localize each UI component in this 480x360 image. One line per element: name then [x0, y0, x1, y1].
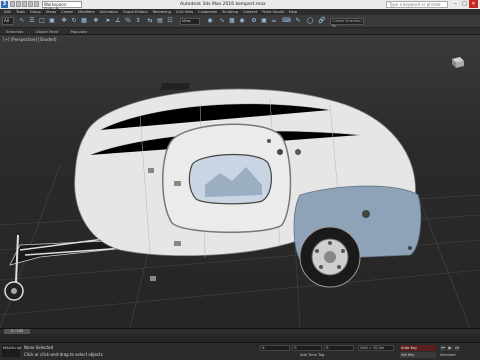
- go-to-start-icon[interactable]: ⏮: [440, 345, 446, 351]
- menu-group[interactable]: Group: [30, 10, 41, 14]
- tab-selection[interactable]: Selection: [6, 29, 24, 34]
- menu-create[interactable]: Create: [61, 10, 73, 14]
- title-bar: 3 Workspace: Default Autodesk 3ds Max 20…: [0, 0, 480, 12]
- play-icon[interactable]: ▶: [447, 345, 453, 351]
- select-by-name-icon[interactable]: ☰: [28, 17, 36, 25]
- teardrop-trailer-model[interactable]: [4, 83, 422, 301]
- key-filter-selected[interactable]: Selected: [440, 353, 456, 357]
- align-icon[interactable]: ▤: [156, 17, 164, 25]
- workspace-dropdown[interactable]: Workspace: Default: [42, 1, 82, 12]
- ribbon-bar: Selection Object Paint Populate: [0, 28, 480, 35]
- window-controls: – □ ✕: [451, 0, 478, 8]
- search-input[interactable]: Type a keyword or phrase: [386, 1, 448, 8]
- menu-scripting[interactable]: Scripting: [222, 10, 238, 14]
- select-object-icon[interactable]: ↖: [18, 17, 26, 25]
- move-icon[interactable]: ✥: [60, 17, 68, 25]
- z-coordinate-field[interactable]: Z:: [324, 345, 354, 351]
- rendered-frame-window-icon[interactable]: ▣: [260, 17, 268, 25]
- viewcube-icon[interactable]: [448, 55, 466, 69]
- save-file-icon[interactable]: [22, 1, 27, 7]
- region-select-icon[interactable]: □: [38, 17, 46, 25]
- reference-coordinate-dropdown[interactable]: View: [180, 18, 200, 25]
- prompt-line: Click or click-and-drag to select object…: [24, 352, 103, 357]
- layer-manager-icon[interactable]: ☷: [166, 17, 174, 25]
- menu-views[interactable]: Views: [46, 10, 56, 14]
- menu-rendering[interactable]: Rendering: [153, 10, 171, 14]
- go-to-end-icon[interactable]: ⏭: [454, 345, 460, 351]
- track-bar[interactable]: [0, 334, 480, 342]
- playback-controls: ⏮ ▶ ⏭: [440, 345, 460, 351]
- material-editor-icon[interactable]: ◉: [238, 17, 246, 25]
- menu-tools[interactable]: Tools: [16, 10, 25, 14]
- schematic-view-icon[interactable]: ▩: [228, 17, 236, 25]
- quick-access-toolbar: [10, 1, 39, 7]
- curve-editor-icon[interactable]: ∿: [218, 17, 226, 25]
- open-file-icon[interactable]: [16, 1, 21, 7]
- named-selection-set-field[interactable]: Create Selection Se: [330, 18, 364, 28]
- new-file-icon[interactable]: [10, 1, 15, 7]
- isolate-selection-icon[interactable]: ◯: [306, 17, 314, 25]
- status-bar: MAXScript None Selected Click or click-a…: [0, 342, 480, 360]
- menu-animation[interactable]: Animation: [100, 10, 118, 14]
- minimize-icon[interactable]: –: [451, 0, 460, 8]
- select-manipulate-icon[interactable]: ❖: [92, 17, 100, 25]
- menu-help[interactable]: Help: [289, 10, 297, 14]
- tab-object-paint[interactable]: Object Paint: [36, 29, 59, 34]
- viewport-scene: [0, 83, 480, 328]
- app-logo-icon[interactable]: 3: [1, 1, 8, 8]
- selection-status: None Selected: [24, 345, 54, 350]
- window-crossing-icon[interactable]: ▣: [48, 17, 56, 25]
- undo-icon[interactable]: [28, 1, 33, 7]
- mirror-icon[interactable]: ⇆: [146, 17, 154, 25]
- maximize-icon[interactable]: □: [460, 0, 469, 8]
- redo-icon[interactable]: [34, 1, 39, 7]
- angle-snap-icon[interactable]: ∠: [114, 17, 122, 25]
- maxscript-listener[interactable]: MAXScript: [2, 345, 21, 357]
- scale-icon[interactable]: ▦: [80, 17, 88, 25]
- window-title: Autodesk 3ds Max 2016 kempert.max: [180, 2, 266, 7]
- menu-civil-view[interactable]: Civil View: [176, 10, 193, 14]
- menu-customize[interactable]: Customize: [198, 10, 217, 14]
- rotate-icon[interactable]: ↻: [70, 17, 78, 25]
- render-setup-icon[interactable]: ⚙: [250, 17, 258, 25]
- menu-edit[interactable]: Edit: [4, 10, 11, 14]
- selection-filter-dropdown[interactable]: All: [2, 17, 14, 25]
- keyboard-shortcut-icon[interactable]: ⌨: [282, 17, 291, 25]
- snap-toggle-icon[interactable]: ➤: [104, 17, 112, 25]
- menu-modifiers[interactable]: Modifiers: [78, 10, 94, 14]
- menu-graph-editors[interactable]: Graph Editors: [123, 10, 148, 14]
- grid-size-readout: Grid = 10,0m: [358, 345, 394, 351]
- add-time-tag[interactable]: Add Time Tag: [300, 353, 324, 357]
- y-coordinate-field[interactable]: Y:: [292, 345, 322, 351]
- x-coordinate-field[interactable]: X:: [260, 345, 290, 351]
- menu-point-studio[interactable]: Point Studio: [262, 10, 284, 14]
- edit-named-selection-icon[interactable]: ✎: [294, 17, 302, 25]
- roof-vent: [159, 83, 191, 90]
- percent-snap-icon[interactable]: %: [124, 17, 132, 25]
- link-icon[interactable]: 🔗: [318, 17, 326, 25]
- main-toolbar: All ↖ ☰ □ ▣ ✥ ↻ ▦ ❖ ➤ ∠ % ↕ ⇆ ▤ ☷ View ◉…: [0, 15, 480, 28]
- spinner-snap-icon[interactable]: ↕: [134, 17, 142, 25]
- menu-content[interactable]: Content: [243, 10, 257, 14]
- pivot-center-icon[interactable]: ◉: [206, 17, 214, 25]
- perspective-viewport[interactable]: [+] [Perspective] [Shaded]: [0, 35, 480, 328]
- close-icon[interactable]: ✕: [469, 0, 478, 8]
- auto-key-button[interactable]: Auto Key: [400, 345, 436, 351]
- tab-populate[interactable]: Populate: [70, 29, 87, 34]
- render-production-icon[interactable]: ☕: [270, 17, 278, 25]
- door-window: [188, 154, 272, 205]
- set-key-button[interactable]: Set Key: [400, 352, 436, 358]
